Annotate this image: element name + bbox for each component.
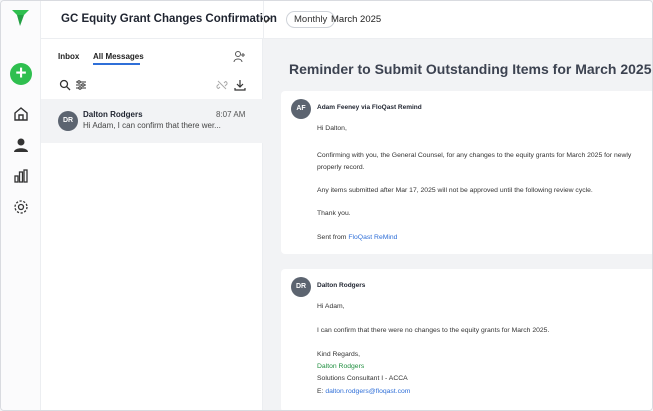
active-tab-indicator	[93, 63, 140, 65]
add-icon[interactable]: +	[10, 63, 32, 85]
message-preview: Hi Adam, I can confirm that there wer...	[83, 121, 221, 130]
message-greeting: Hi Adam,	[317, 303, 345, 310]
search-icon[interactable]	[59, 79, 71, 91]
message-from: Adam Feeney via FloQast Remind	[317, 104, 422, 111]
app-window: + GC Equity Grant Changes Confirmation M…	[0, 0, 653, 411]
avatar: AF	[291, 99, 311, 119]
message-body-line: I can confirm that there were no changes…	[317, 327, 550, 334]
user-icon[interactable]	[12, 136, 30, 154]
tab-all-messages[interactable]: All Messages	[93, 52, 144, 61]
chart-icon[interactable]	[12, 167, 30, 185]
home-icon[interactable]	[12, 105, 30, 123]
link-off-icon[interactable]	[216, 79, 228, 91]
page-title[interactable]: GC Equity Grant Changes Confirmation	[61, 13, 277, 25]
message-sender: Dalton Rodgers	[83, 110, 143, 119]
chevron-down-icon[interactable]	[260, 14, 272, 26]
signature-email: E: dalton.rodgers@floqast.com	[317, 388, 410, 395]
frequency-badge: Monthly	[286, 11, 336, 28]
message-thanks: Thank you.	[317, 210, 351, 217]
conversation-panel: Reminder to Submit Outstanding Items for…	[263, 39, 652, 410]
message-sent-from: Sent from FloQast ReMind	[317, 234, 397, 241]
message-card: AF Adam Feeney via FloQast Remind Hi Dal…	[281, 91, 652, 254]
logo-icon[interactable]	[12, 10, 29, 26]
avatar: DR	[58, 111, 78, 131]
settings-icon[interactable]	[12, 198, 30, 216]
avatar: DR	[291, 277, 311, 297]
list-item[interactable]: DR Dalton Rodgers 8:07 AM Hi Adam, I can…	[41, 99, 263, 143]
message-list-panel: Inbox All Messages DR Dalton Rodgers 8:0…	[41, 39, 263, 410]
filter-icon[interactable]	[75, 79, 87, 91]
tab-inbox[interactable]: Inbox	[58, 52, 79, 61]
thread-subject: Reminder to Submit Outstanding Items for…	[289, 61, 652, 77]
sent-from-label: Sent from	[317, 234, 347, 241]
message-from: Dalton Rodgers	[317, 282, 366, 289]
message-time: 8:07 AM	[216, 110, 246, 119]
period-label: March 2025	[331, 14, 382, 25]
divider	[263, 1, 264, 39]
download-icon[interactable]	[234, 79, 246, 91]
signoff: Kind Regards,	[317, 351, 361, 358]
nav-rail: +	[1, 1, 41, 410]
message-greeting: Hi Dalton,	[317, 125, 347, 132]
message-body-line: Confirming with you, the General Counsel…	[317, 152, 632, 159]
message-body-line: Any items submitted after Mar 17, 2025 w…	[317, 187, 593, 194]
message-card: DR Dalton Rodgers Hi Adam, I can confirm…	[281, 269, 652, 410]
floqast-remind-link[interactable]: FloQast ReMind	[348, 234, 397, 241]
email-link[interactable]: dalton.rodgers@floqast.com	[325, 388, 410, 395]
email-label: E:	[317, 388, 324, 395]
add-user-icon[interactable]	[233, 50, 246, 63]
message-body-line: properly record.	[317, 164, 365, 171]
signature-name: Dalton Rodgers	[317, 363, 365, 370]
top-bar: GC Equity Grant Changes Confirmation Mon…	[41, 1, 652, 39]
signature-title: Solutions Consultant I - ACCA	[317, 375, 408, 382]
